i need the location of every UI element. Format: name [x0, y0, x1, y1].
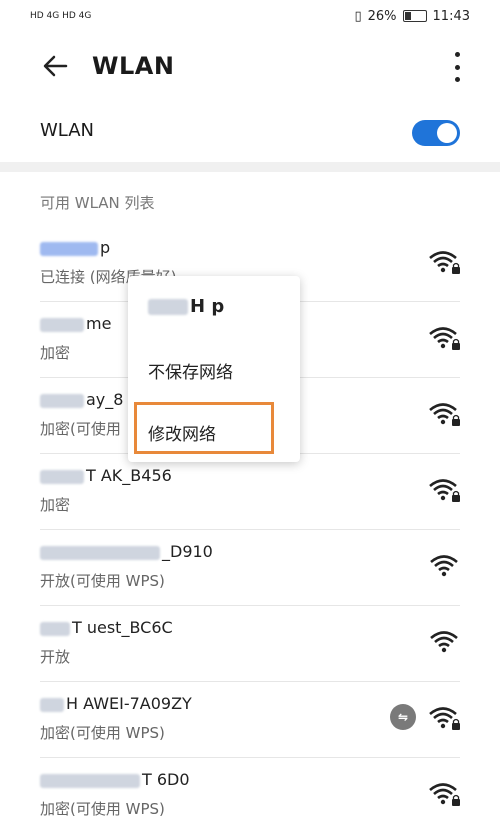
network-name: me	[86, 314, 112, 333]
section-divider	[0, 162, 500, 172]
network-status: 加密(可使用	[40, 420, 121, 438]
wifi-locked-icon	[429, 707, 460, 730]
network-row[interactable]: T uest_BC6C 开放	[0, 606, 500, 682]
menu-title: H p	[148, 296, 224, 317]
wlan-toggle-row[interactable]: WLAN	[0, 108, 500, 158]
redacted-name	[40, 773, 140, 788]
network-status: 开放(可使用 WPS)	[40, 572, 165, 590]
redacted-name	[40, 393, 84, 408]
signal-indicators: HD 4G HD 4G	[30, 11, 92, 21]
wlan-toggle-switch[interactable]	[412, 120, 460, 146]
redacted-name	[40, 317, 84, 332]
network-name: p	[100, 238, 111, 257]
network-name: ay_8	[86, 390, 124, 409]
wifi-locked-icon	[429, 251, 460, 274]
huawei-share-icon: ⇋	[390, 704, 416, 730]
network-status: 加密	[40, 496, 71, 514]
forget-network-item[interactable]: 不保存网络	[148, 358, 233, 383]
network-status: 加密	[40, 344, 71, 362]
battery-percent: 26%	[367, 8, 397, 24]
back-arrow-icon[interactable]	[40, 50, 72, 82]
redacted-name	[40, 241, 98, 256]
wifi-locked-icon	[429, 403, 460, 426]
network-name: _D910	[162, 542, 213, 561]
clock: 11:43	[432, 8, 470, 24]
status-bar: HD 4G HD 4G ▯ 26% 11:43	[0, 0, 500, 32]
highlight-box	[134, 402, 274, 454]
network-status: 加密(可使用 WPS)	[40, 724, 165, 742]
network-row[interactable]: _D910 开放(可使用 WPS)	[0, 530, 500, 606]
wifi-locked-icon	[429, 479, 460, 502]
available-networks-heading: 可用 WLAN 列表	[40, 194, 155, 212]
network-row[interactable]: T 6D0 加密(可使用 WPS)	[0, 758, 500, 834]
redacted-name	[40, 697, 64, 712]
redacted-name	[40, 545, 160, 560]
wifi-locked-icon	[429, 327, 460, 350]
network-name: T uest_BC6C	[72, 618, 173, 637]
battery-icon	[402, 10, 427, 22]
more-options-icon[interactable]	[452, 52, 462, 82]
network-row[interactable]: T AK_B456 加密	[0, 454, 500, 530]
network-row[interactable]: H AWEI-7A09ZY 加密(可使用 WPS) ⇋	[0, 682, 500, 758]
wifi-locked-icon	[429, 783, 460, 806]
page-title: WLAN	[92, 52, 175, 80]
network-name: T AK_B456	[86, 466, 172, 485]
redacted-name	[40, 621, 70, 636]
network-name: H AWEI-7A09ZY	[66, 694, 192, 713]
app-header: WLAN	[0, 36, 500, 98]
network-name: T 6D0	[142, 770, 190, 789]
network-status: 开放	[40, 648, 71, 666]
wlan-toggle-label: WLAN	[40, 120, 95, 141]
wifi-open-icon	[430, 555, 458, 577]
redacted-name	[148, 299, 188, 315]
redacted-name	[40, 469, 84, 484]
vibrate-icon: ▯	[354, 8, 362, 24]
wifi-open-icon	[430, 631, 458, 653]
